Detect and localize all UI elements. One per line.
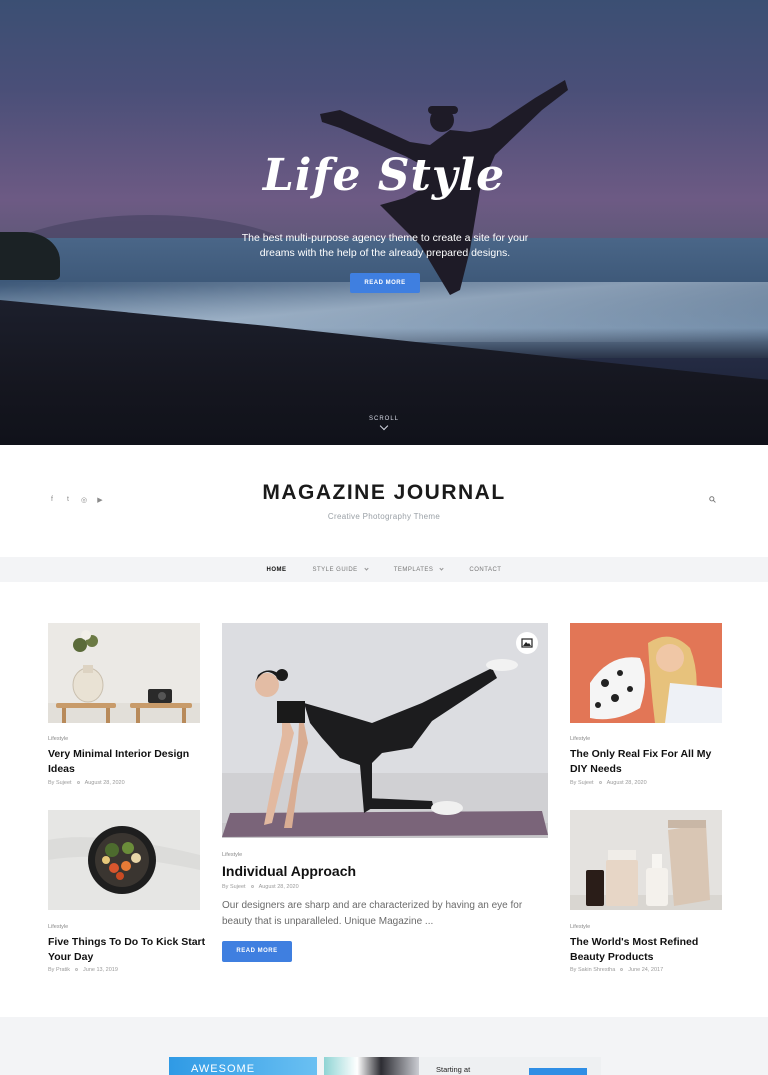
hero-subtitle: The best multi-purpose agency theme to c… — [241, 232, 529, 259]
ad-banner-text: Starting at — [436, 1065, 471, 1074]
site-title[interactable]: MAGAZINE JOURNAL — [0, 481, 768, 505]
chevron-down-icon — [364, 566, 369, 571]
post-thumbnail[interactable] — [570, 623, 722, 723]
nav-item-label: HOME — [266, 566, 287, 573]
read-more-button[interactable]: READ MORE — [222, 941, 292, 962]
post-title[interactable]: Very Minimal Interior Design Ideas — [48, 747, 208, 777]
post-excerpt: Our designers are sharp and are characte… — [222, 900, 523, 927]
post-meta: By Sujeet August 28, 2020 — [48, 780, 125, 786]
featured-post-thumbnail[interactable] — [222, 623, 548, 838]
post-category[interactable]: Lifestyle — [48, 924, 68, 930]
post-author[interactable]: Sujeet — [230, 884, 246, 890]
separator-dot — [598, 781, 602, 785]
hero-banner: Life Style The best multi-purpose agency… — [0, 0, 768, 445]
nav-item-label: STYLE GUIDE — [312, 566, 358, 573]
girl-dog-image — [570, 623, 722, 723]
post-date[interactable]: August 28, 2020 — [259, 884, 299, 890]
ad-button[interactable] — [529, 1068, 587, 1075]
site-tagline: Creative Photography Theme — [327, 512, 441, 521]
separator-dot — [620, 968, 624, 972]
ad-banner[interactable]: Starting at — [324, 1057, 601, 1075]
post-category[interactable]: Lifestyle — [48, 736, 68, 742]
post-category[interactable]: Lifestyle — [570, 736, 590, 742]
post-date[interactable]: June 13, 2019 — [83, 967, 118, 973]
ad-banner[interactable]: AWESOME — [169, 1057, 317, 1075]
post-date[interactable]: August 28, 2020 — [607, 780, 647, 786]
post-author[interactable]: Sakin Shrestha — [578, 967, 615, 973]
post-category[interactable]: Lifestyle — [570, 924, 590, 930]
food-bowl-image — [48, 810, 200, 910]
post-title[interactable]: The Only Real Fix For All My DIY Needs — [570, 747, 730, 777]
image-icon — [521, 638, 533, 648]
search-icon[interactable] — [709, 496, 716, 503]
post-meta: By Pratik June 13, 2019 — [48, 967, 118, 973]
nav-item-contact[interactable]: CONTACT — [456, 567, 514, 573]
ad-banner-text: AWESOME — [191, 1063, 256, 1075]
nav-item-label: CONTACT — [469, 566, 502, 573]
yoga-image — [222, 623, 548, 838]
beauty-products-image — [570, 810, 722, 910]
separator-dot — [76, 781, 80, 785]
post-category[interactable]: Lifestyle — [222, 852, 242, 858]
nav-item-home[interactable]: HOME — [254, 567, 300, 573]
image-format-icon — [516, 632, 538, 654]
post-thumbnail[interactable] — [48, 810, 200, 910]
post-meta: By Sakin Shrestha June 24, 2017 — [570, 967, 663, 973]
separator-dot — [75, 968, 79, 972]
post-date[interactable]: June 24, 2017 — [628, 967, 663, 973]
nav-item-label: TEMPLATES — [393, 566, 434, 573]
ad-image — [324, 1057, 419, 1075]
hero-title: Life Style — [262, 150, 506, 201]
meta-by: By — [48, 967, 55, 973]
meta-by: By — [570, 780, 577, 786]
post-title[interactable]: The World's Most Refined Beauty Products — [570, 935, 730, 965]
meta-by: By — [570, 967, 577, 973]
featured-post-title[interactable]: Individual Approach — [222, 862, 542, 880]
post-author[interactable]: Sujeet — [578, 780, 594, 786]
nav-item-style-guide[interactable]: STYLE GUIDE — [300, 566, 381, 573]
site-header: f t ◎ ▶ MAGAZINE JOURNAL Creative Photog… — [0, 445, 768, 555]
nav-item-templates[interactable]: TEMPLATES — [381, 566, 457, 573]
interior-image — [48, 623, 200, 723]
post-date[interactable]: August 28, 2020 — [85, 780, 125, 786]
post-thumbnail[interactable] — [48, 623, 200, 723]
hero-read-more-button[interactable]: READ MORE — [350, 273, 420, 293]
post-meta: By Sujeet August 28, 2020 — [570, 780, 647, 786]
post-author[interactable]: Sujeet — [56, 780, 72, 786]
meta-by: By — [222, 884, 229, 890]
separator-dot — [250, 885, 254, 889]
post-meta: By Sujeet August 28, 2020 — [222, 884, 299, 890]
main-nav: HOME STYLE GUIDE TEMPLATES CONTACT — [0, 557, 768, 582]
post-title[interactable]: Five Things To Do To Kick Start Your Day — [48, 935, 208, 965]
meta-by: By — [48, 780, 55, 786]
post-thumbnail[interactable] — [570, 810, 722, 910]
post-author[interactable]: Pratik — [56, 967, 70, 973]
chevron-down-icon — [439, 566, 445, 571]
